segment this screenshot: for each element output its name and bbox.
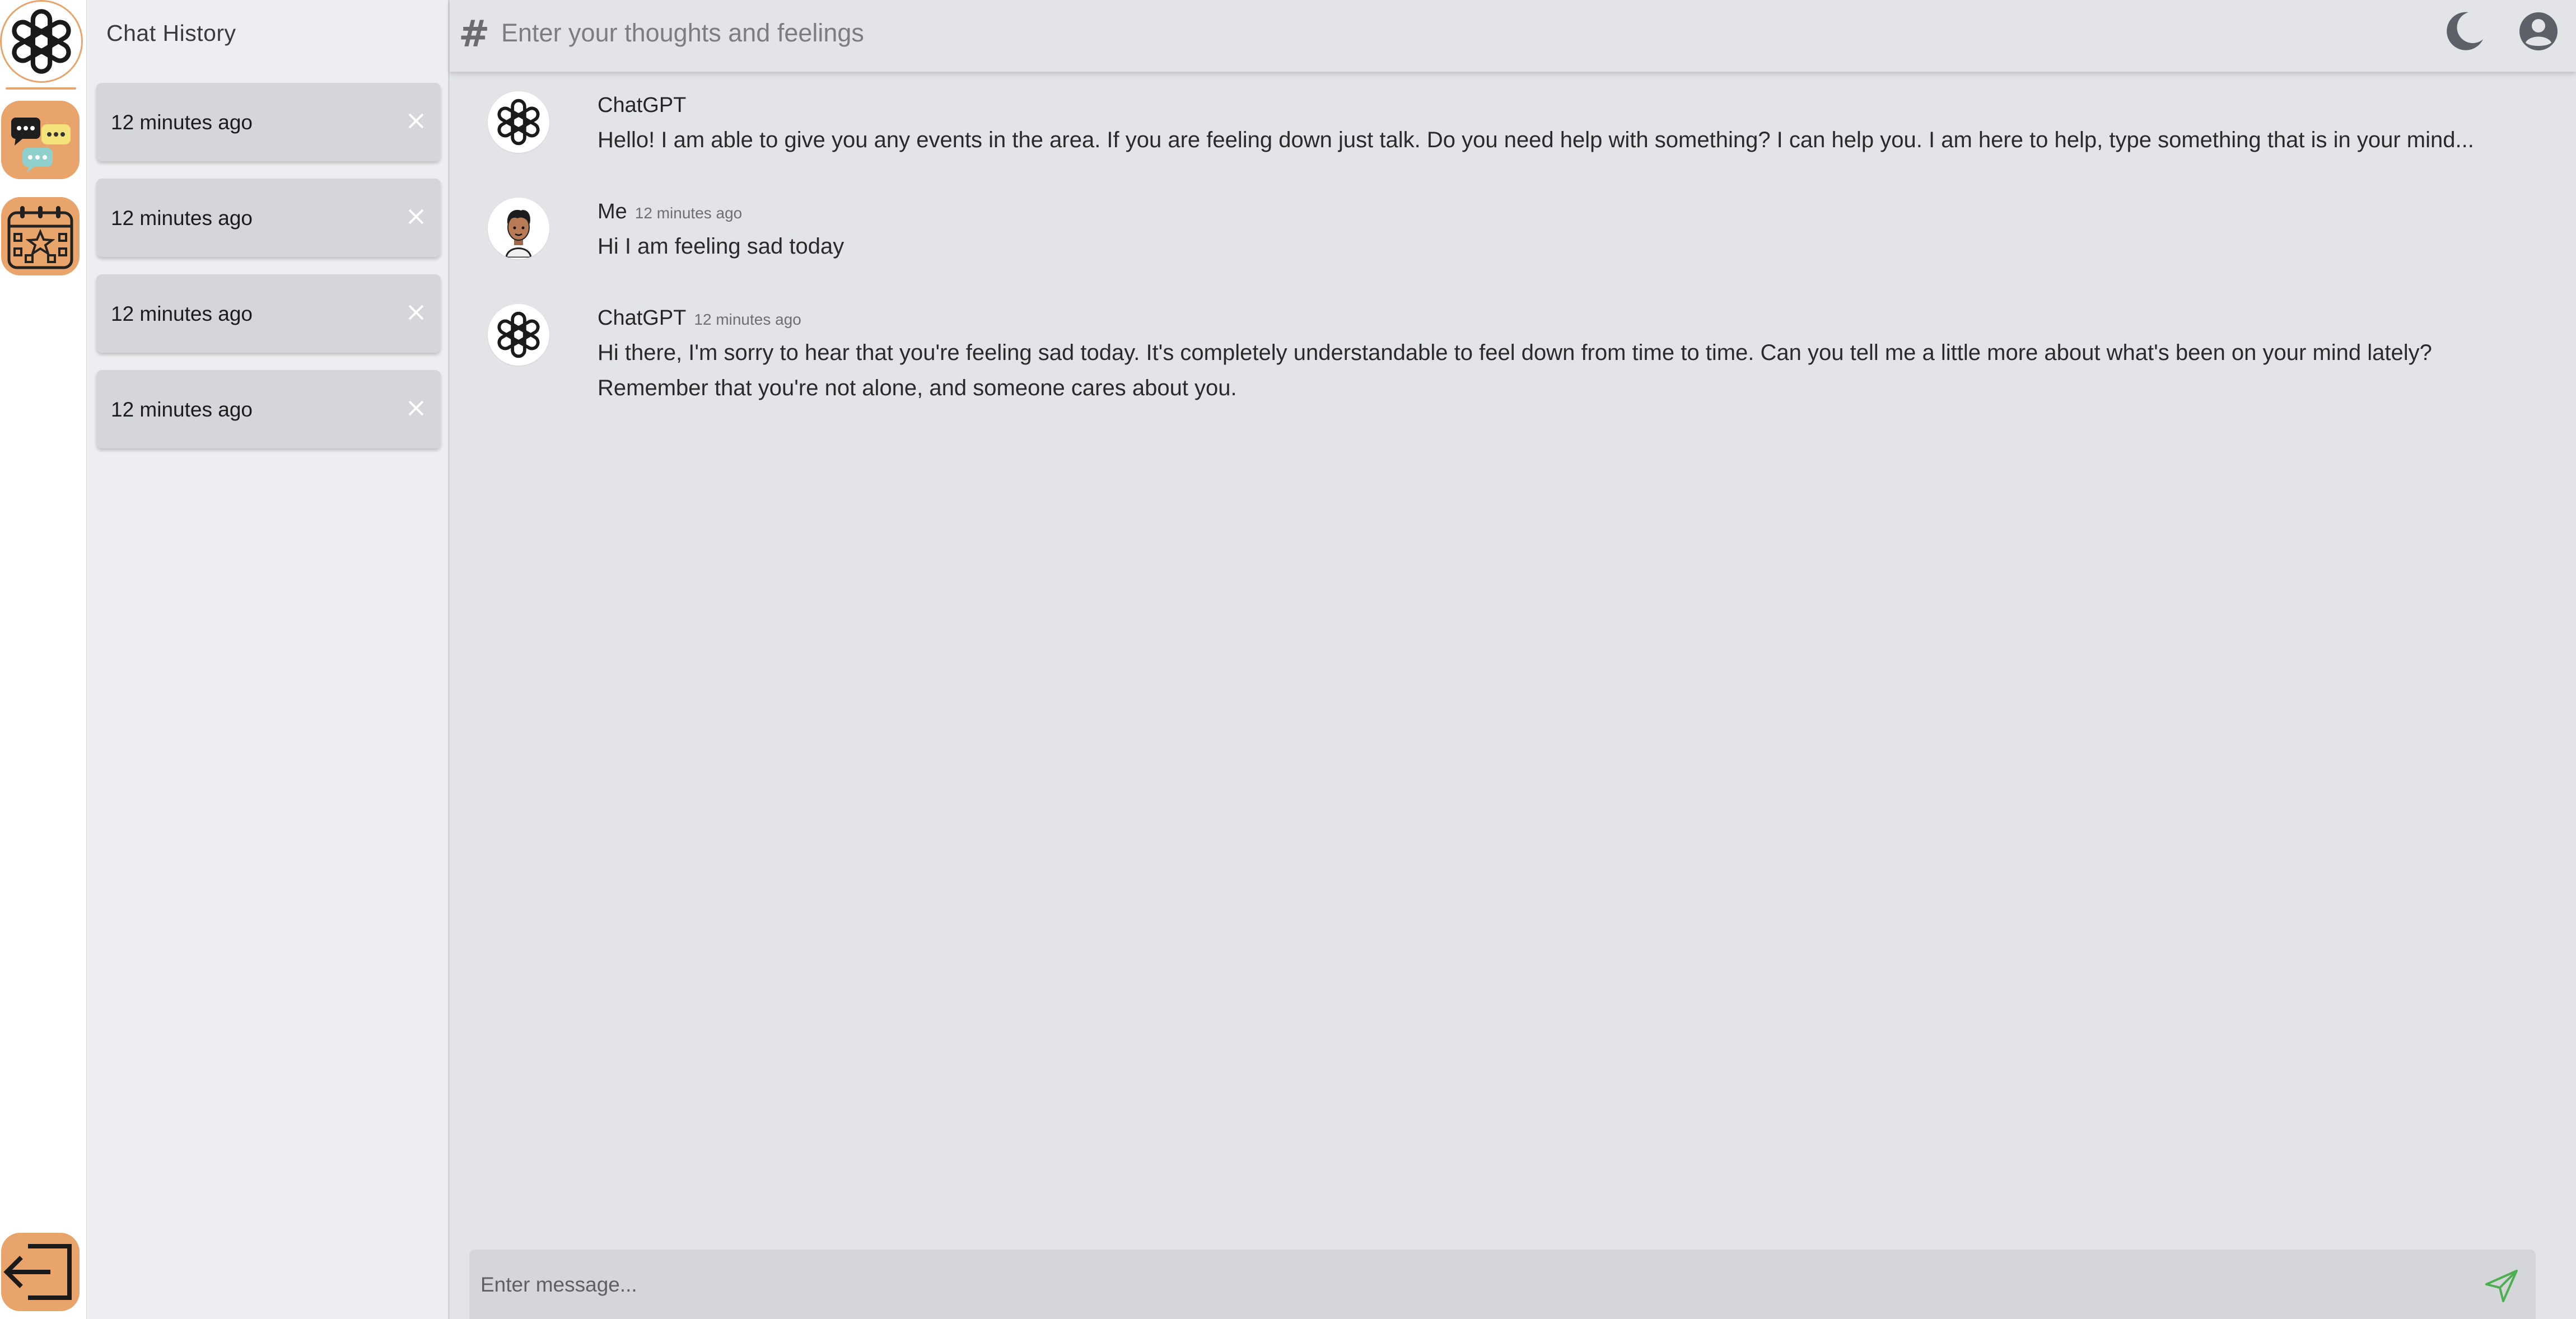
chat-bubbles-icon (11, 118, 71, 172)
message-time: 12 minutes ago (694, 311, 801, 328)
close-icon[interactable] (404, 109, 428, 133)
topic-input[interactable] (500, 15, 1734, 52)
top-bar: # (450, 0, 2576, 72)
chatgpt-avatar (488, 91, 549, 153)
history-item-label: 12 minutes ago (111, 302, 253, 325)
author-name: ChatGPT (598, 93, 687, 117)
close-icon[interactable] (404, 300, 428, 325)
chat-history-panel: Chat History 12 minutes ago 12 minutes a… (87, 0, 450, 1319)
author-name: ChatGPT (598, 306, 687, 330)
message-author: ChatGPT (598, 93, 694, 118)
author-name: Me (598, 200, 627, 223)
history-item-label: 12 minutes ago (111, 111, 253, 134)
openai-logo-icon (497, 311, 540, 358)
rail-divider (6, 87, 76, 90)
chat-history-title: Chat History (106, 20, 236, 46)
chat-rail-button[interactable] (1, 101, 80, 179)
history-item[interactable]: 12 minutes ago (96, 179, 441, 257)
close-icon[interactable] (404, 396, 428, 420)
user-account-icon[interactable] (2516, 9, 2561, 54)
close-icon[interactable] (404, 204, 428, 229)
openai-logo-icon (497, 99, 540, 146)
openai-logo-icon[interactable] (0, 0, 83, 83)
calendar-rail-button[interactable] (1, 197, 80, 275)
user-avatar (488, 198, 549, 259)
message-text: Hello! I am able to give you any events … (598, 128, 2474, 152)
app-rail (0, 0, 87, 1319)
hash-icon: # (459, 12, 490, 55)
message-text: Hi I am feeling sad today (598, 234, 844, 259)
history-item-label: 12 minutes ago (111, 207, 253, 230)
logout-button[interactable] (1, 1233, 80, 1311)
person-avatar-icon (489, 199, 548, 258)
message-author: Me 12 minutes ago (598, 200, 742, 224)
moon-icon[interactable] (2442, 9, 2486, 54)
history-item-label: 12 minutes ago (111, 398, 253, 421)
message-input[interactable] (479, 1266, 2442, 1303)
calendar-icon (7, 206, 73, 269)
send-icon[interactable] (2483, 1267, 2520, 1304)
history-item[interactable]: 12 minutes ago (96, 274, 441, 353)
history-item[interactable]: 12 minutes ago (96, 370, 441, 448)
logout-icon (3, 1244, 72, 1300)
message-composer (469, 1250, 2536, 1319)
message-author: ChatGPT 12 minutes ago (598, 306, 801, 330)
message-text: Hi there, I'm sorry to hear that you're … (598, 340, 2432, 400)
message-time: 12 minutes ago (634, 204, 743, 222)
chatgpt-avatar (488, 304, 549, 366)
history-item[interactable]: 12 minutes ago (96, 83, 441, 161)
